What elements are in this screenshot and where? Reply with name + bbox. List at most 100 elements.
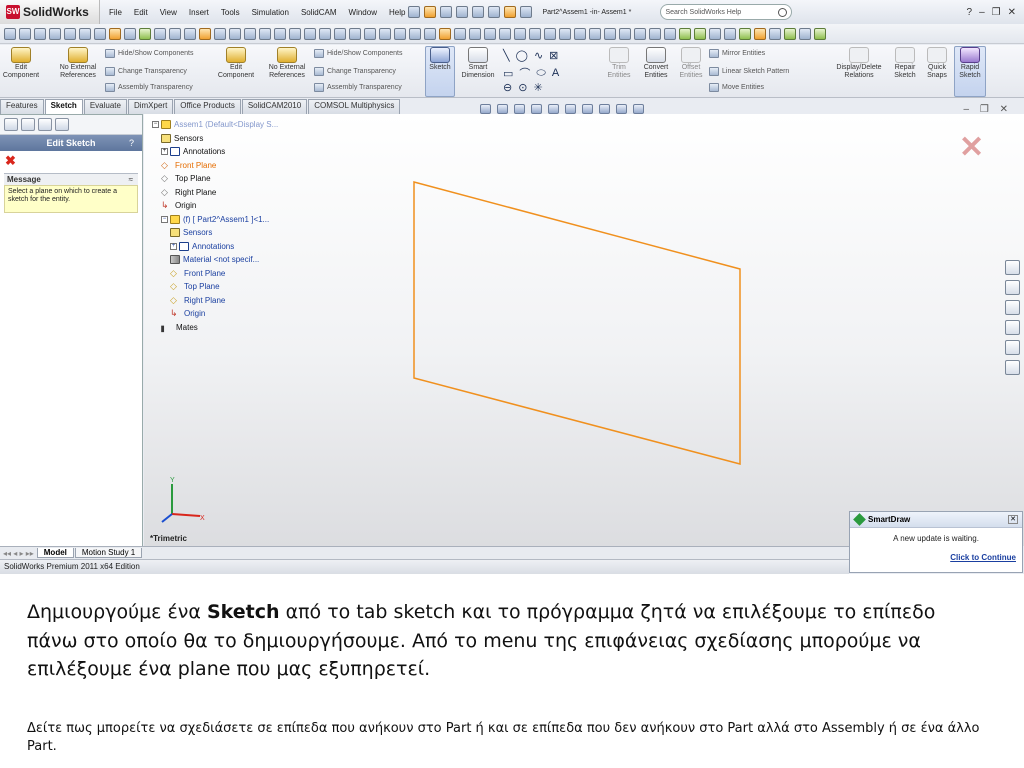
tree-root[interactable]: − Assem1 (Default<Display S... bbox=[152, 118, 278, 132]
new-document-icon[interactable] bbox=[408, 6, 421, 18]
toolbar-icon[interactable] bbox=[259, 27, 271, 40]
tree-item-front-plane[interactable]: ◇ Front Plane bbox=[161, 159, 278, 173]
view-palette-icon[interactable] bbox=[1005, 320, 1020, 335]
toolbar-icon[interactable] bbox=[64, 27, 76, 40]
view-orientation-icon[interactable] bbox=[548, 104, 559, 114]
polygon-tool-icon[interactable]: ⊙ bbox=[518, 81, 527, 94]
collapse-icon[interactable]: ≈ bbox=[129, 175, 133, 184]
arc-tool-icon[interactable]: ⌒ bbox=[519, 65, 530, 81]
toolbar-icon[interactable] bbox=[244, 27, 256, 40]
collapse-icon[interactable]: − bbox=[152, 121, 159, 129]
toolbar-icon[interactable] bbox=[349, 27, 361, 40]
graphics-area[interactable]: – ❐ ✕ − Assem1 (Default<Display S... Sens… bbox=[144, 104, 1024, 546]
toolbar-icon[interactable] bbox=[769, 27, 781, 40]
tab-office-products[interactable]: Office Products bbox=[174, 99, 241, 114]
toolbar-icon[interactable] bbox=[724, 27, 736, 40]
toolbar-icon[interactable] bbox=[454, 27, 466, 40]
no-external-references-button[interactable]: No External References bbox=[58, 47, 98, 80]
menu-window[interactable]: Window bbox=[348, 8, 378, 17]
tab-motion-study[interactable]: Motion Study 1 bbox=[74, 548, 143, 558]
toolbar-icon[interactable] bbox=[499, 27, 511, 40]
tab-dimxpert[interactable]: DimXpert bbox=[127, 99, 174, 114]
toolbar-icon[interactable] bbox=[49, 27, 61, 40]
toolbar-icon[interactable] bbox=[754, 27, 766, 40]
offset-entities-button[interactable]: Offset Entities bbox=[676, 47, 706, 80]
repair-sketch-button[interactable]: Repair Sketch bbox=[890, 47, 920, 80]
toolbar-icon[interactable] bbox=[139, 27, 151, 40]
toolbar-icon[interactable] bbox=[319, 27, 331, 40]
tab-solidcam2010[interactable]: SolidCAM2010 bbox=[241, 99, 308, 114]
toolbar-icon[interactable] bbox=[34, 27, 46, 40]
display-delete-relations-button[interactable]: Display/Delete Relations bbox=[830, 47, 888, 80]
sketch-fillet-icon[interactable]: ⊠ bbox=[549, 49, 558, 62]
tree-item-material[interactable]: Material <not specif... bbox=[170, 253, 278, 267]
home-icon[interactable] bbox=[1005, 260, 1020, 275]
zoom-to-fit-icon[interactable] bbox=[480, 104, 491, 114]
edit-component-button[interactable]: Edit Component bbox=[3, 47, 39, 80]
menu-edit[interactable]: Edit bbox=[133, 8, 149, 17]
toolbar-icon[interactable] bbox=[604, 27, 616, 40]
tree-item-part-right-plane[interactable]: ◇ Right Plane bbox=[170, 294, 278, 308]
section-view-icon[interactable] bbox=[531, 104, 542, 114]
toolbar-icon[interactable] bbox=[109, 27, 121, 40]
change-transparency-button[interactable]: Change Transparency bbox=[105, 67, 187, 76]
toolbar-icon[interactable] bbox=[199, 27, 211, 40]
tab-sketch[interactable]: Sketch bbox=[44, 99, 83, 114]
close-icon[interactable]: ✕ bbox=[1008, 515, 1018, 524]
toolbar-icon[interactable] bbox=[19, 27, 31, 40]
collapse-icon[interactable]: − bbox=[161, 215, 168, 223]
toolbar-icon[interactable] bbox=[619, 27, 631, 40]
menu-file[interactable]: File bbox=[108, 8, 123, 17]
tab-evaluate[interactable]: Evaluate bbox=[83, 99, 127, 114]
search-icon[interactable] bbox=[778, 7, 788, 17]
expand-icon[interactable]: + bbox=[161, 148, 168, 156]
rapid-sketch-button[interactable]: Rapid Sketch bbox=[955, 47, 985, 80]
minimize-icon[interactable]: – bbox=[979, 7, 985, 18]
tree-item-part-top-plane[interactable]: ◇ Top Plane bbox=[170, 280, 278, 294]
display-manager-icon[interactable] bbox=[55, 118, 69, 131]
toolbar-icon[interactable] bbox=[784, 27, 796, 40]
tree-item-annotations[interactable]: + Annotations bbox=[161, 145, 278, 159]
click-to-continue-link[interactable]: Click to Continue bbox=[850, 553, 1016, 562]
tree-item-part-origin[interactable]: ↳ Origin bbox=[170, 307, 278, 321]
zoom-to-area-icon[interactable] bbox=[497, 104, 508, 114]
feature-manager-icon[interactable] bbox=[4, 118, 18, 131]
previous-view-icon[interactable] bbox=[514, 104, 525, 114]
cancel-icon[interactable]: ✖ bbox=[0, 151, 142, 173]
save-icon[interactable] bbox=[440, 6, 453, 18]
ellipse-tool-icon[interactable]: ⬭ bbox=[536, 67, 545, 80]
toolbar-icon[interactable] bbox=[559, 27, 571, 40]
edit-appearance-icon[interactable] bbox=[599, 104, 610, 114]
display-style-icon[interactable] bbox=[565, 104, 576, 114]
menu-view[interactable]: View bbox=[159, 8, 178, 17]
open-icon[interactable] bbox=[424, 6, 437, 18]
design-library-icon[interactable] bbox=[1005, 280, 1020, 295]
close-icon[interactable]: ✕ bbox=[1008, 7, 1016, 18]
toolbar-icon[interactable] bbox=[424, 27, 436, 40]
smart-dimension-button[interactable]: Smart Dimension bbox=[458, 47, 498, 80]
assembly-transparency-button-2[interactable]: Assembly Transparency bbox=[314, 83, 402, 92]
toolbar-icon[interactable] bbox=[274, 27, 286, 40]
hide-show-components-button[interactable]: Hide/Show Components bbox=[105, 49, 194, 58]
configuration-manager-icon[interactable] bbox=[38, 118, 52, 131]
tab-nav-arrows[interactable]: ◂◂ ◂ ▸ ▸▸ bbox=[0, 549, 37, 558]
change-transparency-button-2[interactable]: Change Transparency bbox=[314, 67, 396, 76]
edit-component-button-2[interactable]: Edit Component bbox=[217, 47, 255, 80]
toolbar-icon[interactable] bbox=[409, 27, 421, 40]
circle-tool-icon[interactable]: ◯ bbox=[516, 49, 528, 62]
spline-tool-icon[interactable]: ∿ bbox=[534, 49, 543, 62]
help-search-field[interactable]: Search SolidWorks Help bbox=[660, 4, 793, 20]
menu-solidcam[interactable]: SolidCAM bbox=[300, 8, 338, 17]
toolbar-icon[interactable] bbox=[94, 27, 106, 40]
toolbar-icon[interactable] bbox=[394, 27, 406, 40]
toolbar-icon[interactable] bbox=[634, 27, 646, 40]
toolbar-icon[interactable] bbox=[709, 27, 721, 40]
toolbar-icon[interactable] bbox=[529, 27, 541, 40]
convert-entities-button[interactable]: Convert Entities bbox=[638, 47, 674, 80]
help-button[interactable]: ? bbox=[129, 138, 134, 148]
text-tool-icon[interactable]: A bbox=[552, 67, 559, 79]
custom-properties-icon[interactable] bbox=[1005, 360, 1020, 375]
viewport-window-controls[interactable]: – ❐ ✕ bbox=[964, 104, 1012, 115]
slot-tool-icon[interactable]: ⊖ bbox=[503, 81, 512, 94]
tab-features[interactable]: Features bbox=[0, 99, 44, 114]
